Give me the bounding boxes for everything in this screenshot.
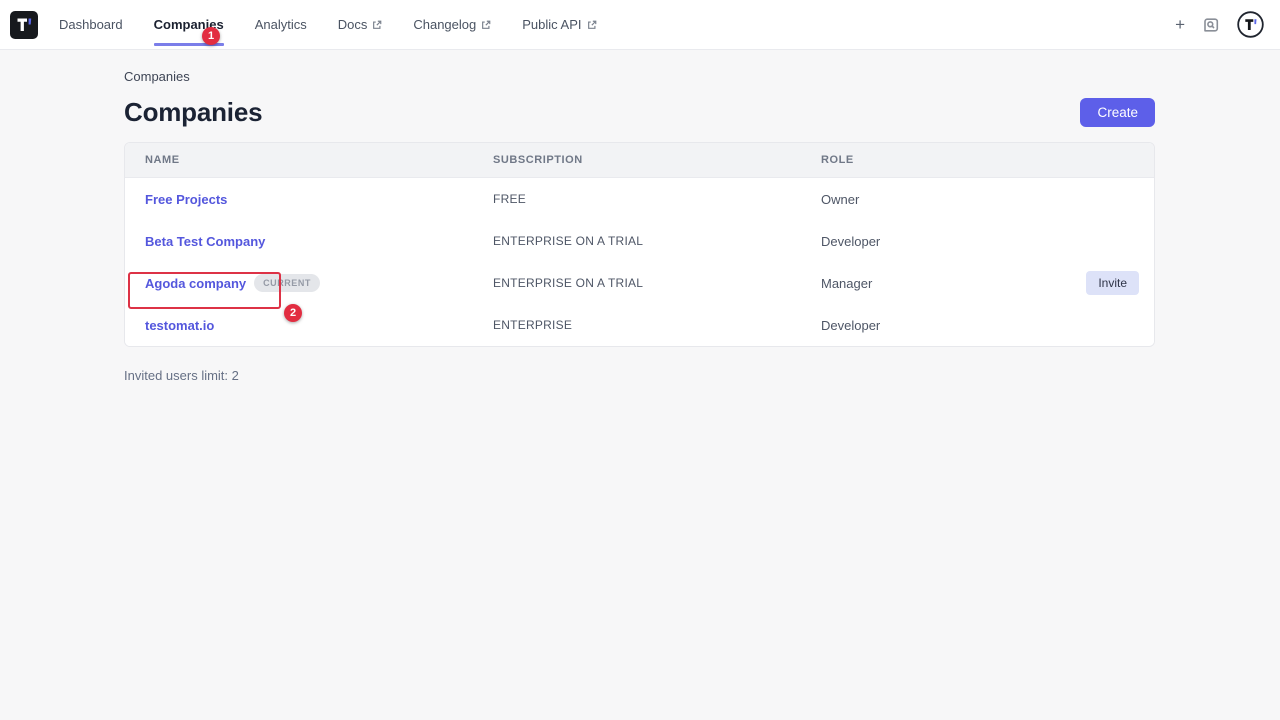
role-value: Manager [821, 276, 1086, 291]
subscription-value: ENTERPRISE [493, 318, 821, 332]
role-value: Owner [821, 192, 1139, 207]
nav-item-analytics[interactable]: Analytics [255, 0, 307, 49]
companies-table: NAME SUBSCRIPTION ROLE Free Projects FRE… [124, 142, 1155, 347]
annotation-step-marker-2: 2 [284, 304, 302, 322]
column-header-role: ROLE [821, 154, 1139, 166]
main-content: Companies Companies Create NAME SUBSCRIP… [124, 50, 1155, 383]
company-link-free-projects[interactable]: Free Projects [145, 192, 227, 207]
breadcrumb[interactable]: Companies [124, 50, 1155, 84]
title-row: Companies Create [124, 97, 1155, 128]
invite-button[interactable]: Invite [1086, 271, 1139, 295]
table-row: Agoda company CURRENT ENTERPRISE ON A TR… [125, 262, 1154, 304]
page-title: Companies [124, 97, 262, 128]
invited-users-limit-note: Invited users limit: 2 [124, 368, 1155, 383]
external-link-icon [481, 20, 491, 30]
nav-item-changelog[interactable]: Changelog [413, 0, 491, 49]
nav-label: Dashboard [59, 17, 123, 32]
company-link-testomat-io[interactable]: testomat.io [145, 318, 214, 333]
avatar-logo-icon [1237, 11, 1264, 38]
nav-label: Analytics [255, 17, 307, 32]
subscription-value: ENTERPRISE ON A TRIAL [493, 234, 821, 248]
current-company-badge: CURRENT [254, 274, 320, 292]
top-nav: Dashboard Companies Analytics Docs Chang… [0, 0, 1280, 50]
subscription-value: ENTERPRISE ON A TRIAL [493, 276, 821, 290]
nav-label: Changelog [413, 17, 476, 32]
table-header-row: NAME SUBSCRIPTION ROLE [125, 143, 1154, 178]
external-link-icon [372, 20, 382, 30]
company-link-agoda-company[interactable]: Agoda company [145, 276, 246, 291]
role-value: Developer [821, 318, 1139, 333]
nav-item-public-api[interactable]: Public API [522, 0, 596, 49]
app-logo[interactable] [10, 11, 38, 39]
nav-item-docs[interactable]: Docs [338, 0, 383, 49]
role-value: Developer [821, 234, 1139, 249]
nav-items: Dashboard Companies Analytics Docs Chang… [59, 0, 597, 49]
table-row: Beta Test Company ENTERPRISE ON A TRIAL … [125, 220, 1154, 262]
topbar-right: + [1175, 0, 1264, 49]
external-link-icon [587, 20, 597, 30]
nav-item-dashboard[interactable]: Dashboard [59, 0, 123, 49]
nav-label: Public API [522, 17, 581, 32]
user-avatar[interactable] [1237, 11, 1264, 38]
company-link-beta-test-company[interactable]: Beta Test Company [145, 234, 265, 249]
help-search-icon[interactable] [1202, 16, 1220, 34]
subscription-value: FREE [493, 192, 821, 206]
annotation-step-marker-1: 1 [202, 27, 220, 45]
column-header-name: NAME [145, 154, 493, 166]
create-button[interactable]: Create [1080, 98, 1155, 127]
table-row: Free Projects FREE Owner [125, 178, 1154, 220]
column-header-subscription: SUBSCRIPTION [493, 154, 821, 166]
table-row: testomat.io ENTERPRISE Developer [125, 304, 1154, 346]
nav-label: Docs [338, 17, 368, 32]
add-icon[interactable]: + [1175, 16, 1185, 33]
testomat-logo-icon [10, 11, 38, 39]
